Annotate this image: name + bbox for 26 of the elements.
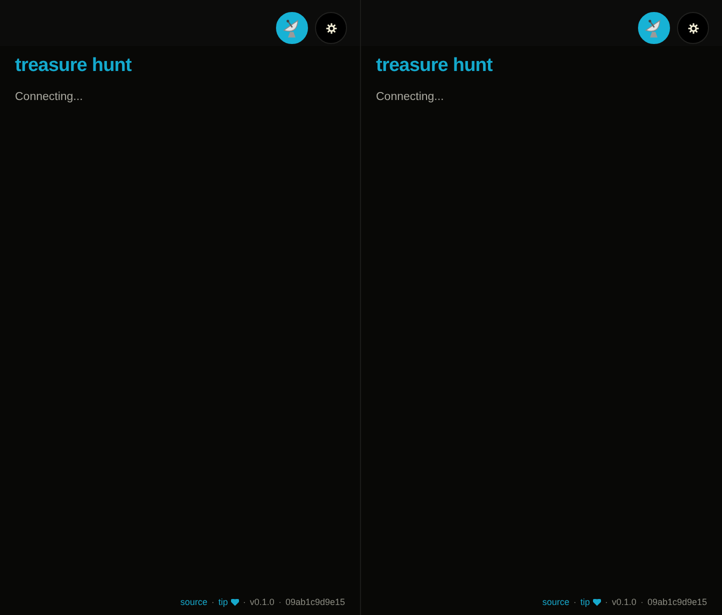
separator-dot: ·	[573, 596, 576, 608]
heart-icon	[592, 598, 601, 606]
version-text: 09ab1c9d9e15	[647, 596, 707, 608]
separator-dot: ·	[278, 596, 282, 608]
heart-icon	[230, 598, 239, 606]
footer-link[interactable]: source	[542, 596, 570, 608]
footer-link[interactable]: source	[180, 596, 208, 608]
footer-link[interactable]: tip	[218, 596, 239, 608]
separator-dot: ·	[242, 596, 246, 608]
app-title: treasure hunt	[376, 54, 492, 78]
version-text: 09ab1c9d9e15	[285, 596, 345, 608]
settings-button[interactable]	[315, 12, 347, 44]
version-text: v0.1.0	[250, 596, 274, 608]
separator-dot: ·	[604, 596, 608, 608]
connection-button[interactable]	[638, 12, 670, 44]
version-text: v0.1.0	[612, 596, 636, 608]
connection-button[interactable]	[276, 12, 308, 44]
settings-button[interactable]	[677, 12, 709, 44]
settings-icon	[688, 22, 698, 34]
separator-dot: ·	[211, 596, 214, 608]
settings-icon	[326, 22, 336, 34]
status-text: Connecting...	[15, 90, 83, 104]
separator-dot: ·	[640, 596, 644, 608]
app-title: treasure hunt	[15, 54, 132, 78]
footer-link[interactable]: tip	[580, 596, 601, 608]
status-text: Connecting...	[376, 90, 444, 104]
